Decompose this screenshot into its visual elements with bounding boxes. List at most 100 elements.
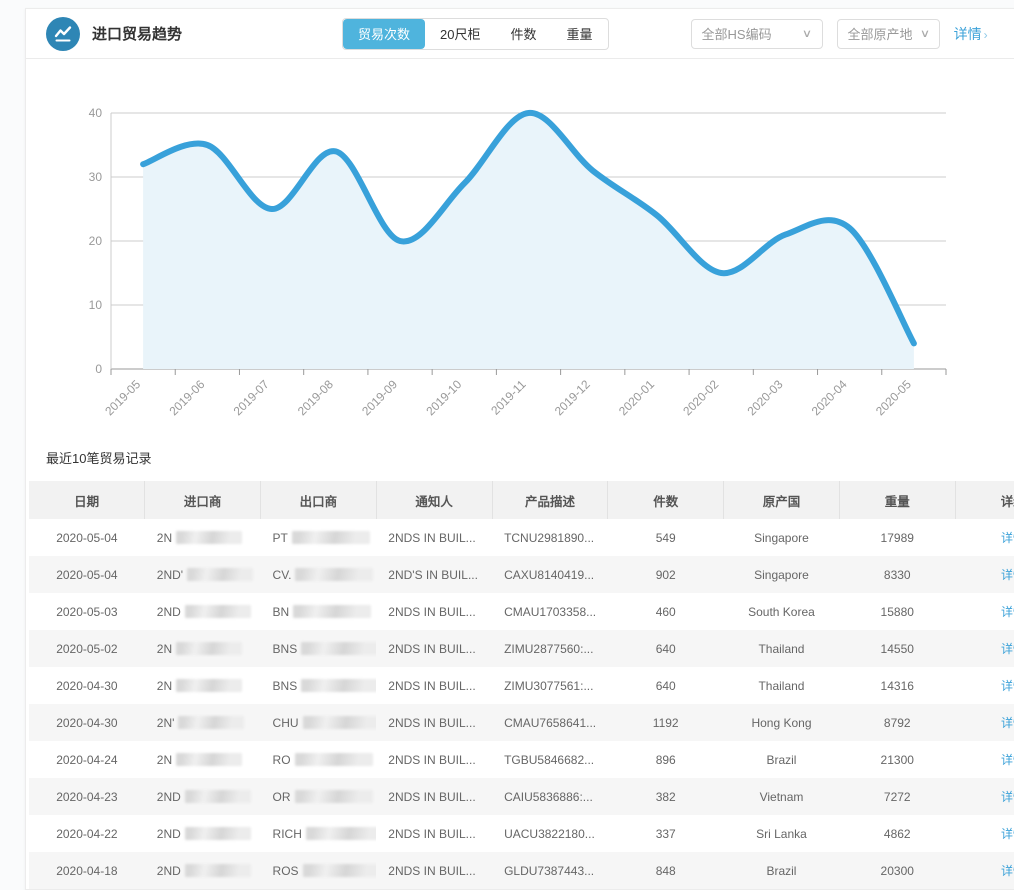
column-header: 通知人 bbox=[376, 481, 492, 519]
cell-origin: South Korea bbox=[724, 593, 840, 630]
origin-select[interactable]: 全部原产地 ∨ bbox=[837, 19, 940, 49]
detail-row-link[interactable]: 详情 bbox=[1001, 716, 1014, 730]
hs-code-select[interactable]: 全部HS编码 ∨ bbox=[691, 19, 823, 49]
cell-date: 2020-04-24 bbox=[29, 741, 145, 778]
cell-date: 2020-04-18 bbox=[29, 852, 145, 889]
detail-row-link[interactable]: 详情 bbox=[1001, 753, 1014, 767]
detail-row-link[interactable]: 详情 bbox=[1001, 679, 1014, 693]
cell-date: 2020-05-04 bbox=[29, 519, 145, 556]
chevron-down-icon: ∨ bbox=[919, 27, 929, 40]
x-axis-label: 2020-01 bbox=[616, 377, 657, 418]
column-header: 产品描述 bbox=[492, 481, 608, 519]
cell-exporter: ROS bbox=[261, 852, 377, 889]
cell-product: CMAU7658641... bbox=[492, 704, 608, 741]
cell-importer: 2ND bbox=[145, 815, 261, 852]
cell-importer: 2ND bbox=[145, 852, 261, 889]
cell-pieces: 1192 bbox=[608, 704, 724, 741]
cell-date: 2020-04-23 bbox=[29, 778, 145, 815]
detail-row-link[interactable]: 详情 bbox=[1001, 568, 1014, 582]
column-header: 件数 bbox=[608, 481, 724, 519]
detail-row-link[interactable]: 详情 bbox=[1001, 864, 1014, 878]
header-filters: 全部HS编码 ∨ 全部原产地 ∨ 详情› bbox=[691, 19, 988, 49]
x-axis-label: 2019-11 bbox=[488, 377, 529, 418]
cell-pieces: 382 bbox=[608, 778, 724, 815]
trend-chart-icon bbox=[46, 17, 80, 51]
redacted-text bbox=[185, 827, 251, 840]
tab-weight[interactable]: 重量 bbox=[552, 19, 608, 49]
y-axis-label: 40 bbox=[89, 106, 103, 120]
table-row: 2020-05-042NPT2NDS IN BUIL...TCNU2981890… bbox=[29, 519, 1014, 556]
cell-notify: 2NDS IN BUIL... bbox=[376, 778, 492, 815]
trend-chart: 0102030402019-052019-062019-072019-08201… bbox=[26, 59, 1014, 444]
cell-origin: Singapore bbox=[724, 556, 840, 593]
cell-notify: 2ND'S IN BUIL... bbox=[376, 556, 492, 593]
cell-origin: Singapore bbox=[724, 519, 840, 556]
detail-link[interactable]: 详情› bbox=[954, 24, 988, 44]
cell-weight: 8792 bbox=[839, 704, 955, 741]
cell-weight: 4862 bbox=[839, 815, 955, 852]
cell-detail: 详情 bbox=[955, 778, 1014, 815]
cell-pieces: 640 bbox=[608, 667, 724, 704]
cell-notify: 2NDS IN BUIL... bbox=[376, 852, 492, 889]
detail-row-link[interactable]: 详情 bbox=[1001, 531, 1014, 545]
cell-detail: 详情 bbox=[955, 519, 1014, 556]
redacted-text bbox=[185, 605, 251, 618]
tab-20ft-container[interactable]: 20尺柜 bbox=[425, 19, 495, 49]
y-axis-label: 0 bbox=[95, 362, 102, 376]
cell-origin: Thailand bbox=[724, 667, 840, 704]
metric-tabs: 贸易次数20尺柜件数重量 bbox=[342, 18, 609, 50]
detail-row-link[interactable]: 详情 bbox=[1001, 642, 1014, 656]
table-row: 2020-05-022NBNS2NDS IN BUIL...ZIMU287756… bbox=[29, 630, 1014, 667]
cell-date: 2020-04-22 bbox=[29, 815, 145, 852]
trade-trend-card: 进口贸易趋势 贸易次数20尺柜件数重量 全部HS编码 ∨ 全部原产地 ∨ 详情›… bbox=[25, 8, 1014, 890]
cell-detail: 详情 bbox=[955, 815, 1014, 852]
chevron-right-icon: › bbox=[984, 28, 988, 42]
detail-row-link[interactable]: 详情 bbox=[1001, 827, 1014, 841]
table-row: 2020-04-222NDRICH2NDS IN BUIL...UACU3822… bbox=[29, 815, 1014, 852]
x-axis-label: 2020-03 bbox=[744, 377, 785, 418]
cell-product: TGBU5846682... bbox=[492, 741, 608, 778]
cell-pieces: 337 bbox=[608, 815, 724, 852]
redacted-text bbox=[176, 642, 242, 655]
table-row: 2020-04-302NBNS2NDS IN BUIL...ZIMU307756… bbox=[29, 667, 1014, 704]
cell-exporter: PT bbox=[261, 519, 377, 556]
x-axis-label: 2019-10 bbox=[423, 377, 464, 418]
cell-notify: 2NDS IN BUIL... bbox=[376, 741, 492, 778]
cell-origin: Thailand bbox=[724, 630, 840, 667]
detail-row-link[interactable]: 详情 bbox=[1001, 605, 1014, 619]
x-axis-label: 2019-08 bbox=[295, 377, 336, 418]
cell-importer: 2N bbox=[145, 519, 261, 556]
redacted-text bbox=[292, 531, 370, 544]
redacted-text bbox=[303, 716, 377, 729]
table-row: 2020-05-042ND'CV.2ND'S IN BUIL...CAXU814… bbox=[29, 556, 1014, 593]
redacted-text bbox=[176, 679, 242, 692]
redacted-text bbox=[303, 864, 377, 877]
cell-weight: 14550 bbox=[839, 630, 955, 667]
detail-row-link[interactable]: 详情 bbox=[1001, 790, 1014, 804]
cell-weight: 7272 bbox=[839, 778, 955, 815]
cell-product: CAIU5836886:... bbox=[492, 778, 608, 815]
tab-pieces[interactable]: 件数 bbox=[496, 19, 552, 49]
redacted-text bbox=[176, 753, 242, 766]
cell-pieces: 460 bbox=[608, 593, 724, 630]
cell-product: CMAU1703358... bbox=[492, 593, 608, 630]
x-axis-label: 2020-04 bbox=[809, 377, 850, 418]
cell-importer: 2N bbox=[145, 630, 261, 667]
tab-trade-count[interactable]: 贸易次数 bbox=[343, 19, 425, 49]
cell-pieces: 902 bbox=[608, 556, 724, 593]
table-row: 2020-05-032NDBN2NDS IN BUIL...CMAU170335… bbox=[29, 593, 1014, 630]
cell-pieces: 640 bbox=[608, 630, 724, 667]
redacted-text bbox=[301, 642, 376, 655]
redacted-text bbox=[295, 568, 373, 581]
table-row: 2020-04-232NDOR2NDS IN BUIL...CAIU583688… bbox=[29, 778, 1014, 815]
x-axis-label: 2020-05 bbox=[873, 377, 914, 418]
cell-product: GLDU7387443... bbox=[492, 852, 608, 889]
column-header: 出口商 bbox=[261, 481, 377, 519]
cell-notify: 2NDS IN BUIL... bbox=[376, 519, 492, 556]
x-axis-label: 2019-12 bbox=[552, 377, 593, 418]
y-axis-label: 20 bbox=[89, 234, 103, 248]
cell-weight: 14316 bbox=[839, 667, 955, 704]
x-axis-label: 2019-06 bbox=[166, 377, 207, 418]
cell-exporter: RICH bbox=[261, 815, 377, 852]
cell-product: UACU3822180... bbox=[492, 815, 608, 852]
